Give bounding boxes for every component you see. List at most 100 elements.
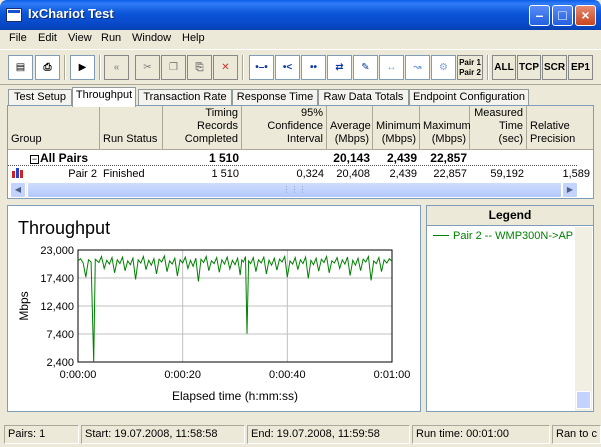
menu-file[interactable]: File: [9, 32, 27, 44]
menu-window[interactable]: Window: [132, 32, 171, 44]
column-timing-records[interactable]: Timing Records Completed: [163, 106, 242, 150]
column-minimum[interactable]: Minimum (Mbps): [373, 106, 421, 150]
toolbar: ▤ ⎙ ▶ « ✂ ❐ ⎘ ✕ •–• •< •• ⇄ ✎ ↔ ↝ ⚙ Pair…: [0, 49, 601, 85]
cut-icon[interactable]: ✂: [135, 55, 160, 80]
copy-icon[interactable]: ❐: [161, 55, 186, 80]
throughput-chart: 23,000 17,400 12,400 7,400 2,400 0:00:00 0:00…: [17, 245, 411, 403]
all-pairs-average: 20,143: [333, 151, 370, 165]
topology-icon[interactable]: ••: [301, 55, 326, 80]
swap-icon[interactable]: ⇄: [327, 55, 352, 80]
pair-timing-records: 1 510: [211, 168, 239, 180]
results-grid: Group Run Status Timing Records Completed…: [7, 105, 594, 199]
scroll-right-icon[interactable]: ▶: [562, 182, 578, 198]
tcp-button[interactable]: TCP: [517, 55, 541, 80]
y-tick-label: 7,400: [46, 329, 74, 341]
column-maximum[interactable]: Maximum (Mbps): [420, 106, 471, 150]
minimize-button[interactable]: –: [529, 5, 550, 26]
legend-item-pair-2[interactable]: Pair 2 -- WMP300N->AP: [433, 230, 573, 242]
x-tick-label: 0:01:00: [374, 369, 411, 381]
y-axis-label: Mbps: [17, 291, 31, 320]
legend-scroll-thumb[interactable]: [576, 391, 591, 409]
close-button[interactable]: ×: [575, 5, 596, 26]
pair1-label: Pair 1: [459, 58, 481, 67]
pair-average: 20,408: [336, 168, 370, 180]
status-ran-to: Ran to c: [552, 425, 601, 444]
tab-test-setup[interactable]: Test Setup: [8, 89, 72, 106]
all-button[interactable]: ALL: [492, 55, 516, 80]
status-end: End: 19.07.2008, 11:59:58: [247, 425, 410, 444]
multicast-icon[interactable]: •<: [275, 55, 300, 80]
x-tick-label: 0:00:40: [269, 369, 306, 381]
title-bar: IxChariot Test – □ ×: [0, 0, 601, 30]
grid-header: Group Run Status Timing Records Completed…: [8, 106, 593, 150]
toolbar-separator: [242, 55, 244, 80]
toolbar-separator: [487, 55, 489, 80]
tab-response-time[interactable]: Response Time: [232, 89, 318, 106]
all-pairs-maximum: 22,857: [430, 151, 467, 165]
status-pairs: Pairs: 1: [4, 425, 79, 444]
app-icon: [6, 8, 22, 22]
legend-vertical-scrollbar[interactable]: [575, 227, 592, 411]
menu-help[interactable]: Help: [182, 32, 205, 44]
column-group[interactable]: Group: [8, 106, 100, 150]
pair2-label: Pair 2: [459, 68, 481, 77]
toolbar-separator: [64, 55, 66, 80]
grid-horizontal-scrollbar[interactable]: ◀ ⋮⋮⋮ ▶: [10, 182, 578, 198]
y-tick-label: 17,400: [40, 273, 74, 285]
column-relative-precision[interactable]: Relative Precision: [527, 106, 593, 150]
edit-pair-icon[interactable]: ✎: [353, 55, 378, 80]
menu-bar: File Edit View Run Window Help: [0, 30, 601, 49]
maximize-button[interactable]: □: [552, 5, 573, 26]
y-tick-label: 23,000: [40, 245, 74, 257]
all-pairs-minimum: 2,439: [386, 151, 417, 165]
toolbar-separator: [99, 55, 101, 80]
new-icon[interactable]: ▤: [8, 55, 33, 80]
tab-raw-data-totals[interactable]: Raw Data Totals: [318, 89, 409, 106]
tab-strip: Test Setup Throughput Transaction Rate R…: [0, 87, 601, 107]
pair-icon[interactable]: •–•: [249, 55, 274, 80]
scroll-thumb[interactable]: ⋮⋮⋮: [27, 182, 562, 198]
column-average[interactable]: Average (Mbps): [327, 106, 373, 150]
table-row-pair-2[interactable]: Pair 2 Finished 1 510 0,324 20,408 2,439…: [8, 167, 593, 182]
status-runtime: Run time: 00:01:00: [412, 425, 550, 444]
x-tick-label: 0:00:20: [164, 369, 201, 381]
link-icon[interactable]: ↔: [379, 55, 404, 80]
pair-group: Pair 2: [68, 168, 97, 180]
menu-edit[interactable]: Edit: [38, 32, 57, 44]
series-line-pair-2: [77, 254, 393, 363]
pair-confidence: 0,324: [296, 168, 324, 180]
paste-icon[interactable]: ⎘: [187, 55, 212, 80]
back-icon[interactable]: «: [104, 55, 129, 80]
tab-transaction-rate[interactable]: Transaction Rate: [138, 89, 232, 106]
scr-button[interactable]: SCR: [542, 55, 567, 80]
menu-view[interactable]: View: [68, 32, 92, 44]
run-icon[interactable]: ▶: [70, 55, 95, 80]
menu-run[interactable]: Run: [101, 32, 121, 44]
x-tick-label: 0:00:00: [60, 369, 97, 381]
x-axis-label: Elapsed time (h:mm:ss): [172, 389, 298, 403]
all-pairs-timing-records: 1 510: [208, 151, 239, 165]
window-title: IxChariot Test: [28, 6, 114, 21]
print-icon[interactable]: ⎙: [35, 55, 60, 80]
legend-heading: Legend: [427, 206, 593, 226]
tab-endpoint-configuration[interactable]: Endpoint Configuration: [409, 89, 529, 106]
tab-throughput[interactable]: Throughput: [72, 87, 136, 107]
delete-icon[interactable]: ✕: [213, 55, 238, 80]
ep1-button[interactable]: EP1: [568, 55, 593, 80]
options-icon[interactable]: ⚙: [431, 55, 456, 80]
collapse-icon[interactable]: −: [30, 155, 39, 164]
disconnect-icon[interactable]: ↝: [405, 55, 430, 80]
column-measured-time[interactable]: Measured Time (sec): [470, 106, 527, 150]
scroll-left-icon[interactable]: ◀: [10, 182, 26, 198]
status-start: Start: 19.07.2008, 11:58:58: [81, 425, 245, 444]
pair-maximum: 22,857: [433, 168, 467, 180]
table-row-all-pairs[interactable]: − All Pairs 1 510 20,143 2,439 22,857: [8, 151, 593, 166]
legend-panel: Legend Pair 2 -- WMP300N->AP: [426, 205, 594, 412]
legend-swatch: [433, 235, 449, 236]
column-run-status[interactable]: Run Status: [100, 106, 163, 150]
throughput-chart-panel: Throughput 23,000 17,400 12,400 7,400 2,400 …: [7, 205, 421, 412]
bar-chart-icon: [12, 167, 28, 182]
pair1-pair2-button[interactable]: Pair 1 Pair 2: [457, 55, 483, 80]
column-confidence-interval[interactable]: 95% Confidence Interval: [242, 106, 327, 150]
pair-status: Finished: [103, 168, 145, 180]
